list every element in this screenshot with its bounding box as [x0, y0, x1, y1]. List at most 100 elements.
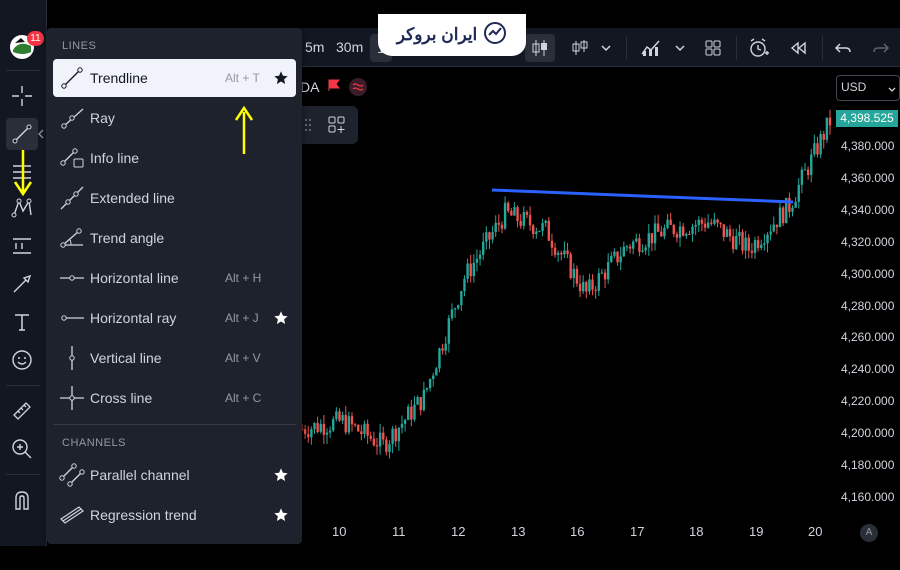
- menu-item-regression-trend[interactable]: Regression trend: [53, 496, 296, 534]
- candle-body: [578, 283, 582, 292]
- date-tick-label: 19: [749, 524, 764, 539]
- menu-item-shortcut: Alt + J: [225, 311, 259, 325]
- candle-body: [394, 428, 397, 442]
- menu-item-horizontal-line[interactable]: Horizontal line Alt + H: [53, 259, 296, 297]
- candle-body: [722, 224, 725, 237]
- text-tool-icon[interactable]: [6, 306, 38, 338]
- candle-body: [616, 251, 619, 263]
- candle-body: [694, 225, 697, 227]
- candle-body: [800, 169, 804, 185]
- forecast-tool-icon[interactable]: [6, 230, 38, 262]
- ray-icon: [59, 105, 85, 131]
- candle-body: [610, 255, 613, 263]
- chevron-left-icon[interactable]: [37, 127, 45, 145]
- candle-body: [328, 430, 332, 433]
- line-tools-menu: LINES Trendline Alt + T Ray Info line Extend…: [47, 28, 302, 544]
- vertical-line-icon: [59, 345, 85, 371]
- candle-body: [635, 238, 638, 242]
- candle-body: [647, 233, 650, 248]
- star-icon[interactable]: [273, 310, 289, 326]
- trendline-drawing[interactable]: [491, 188, 794, 204]
- candle-body: [666, 219, 669, 228]
- auto-scale-button[interactable]: A: [860, 524, 878, 542]
- chevron-down-icon[interactable]: [670, 34, 690, 62]
- ruler-icon[interactable]: [6, 395, 38, 427]
- menu-item-trendline[interactable]: Trendline Alt + T: [53, 59, 296, 97]
- menu-item-parallel-channel[interactable]: Parallel channel: [53, 456, 296, 494]
- candle-body: [528, 214, 532, 226]
- star-icon[interactable]: [273, 467, 289, 483]
- menu-item-label: Info line: [90, 150, 140, 166]
- emoji-tool-icon[interactable]: [6, 344, 38, 376]
- candle-body: [435, 368, 438, 376]
- menu-item-cross-line[interactable]: Cross line Alt + C: [53, 379, 296, 417]
- zoom-in-icon[interactable]: [6, 433, 38, 465]
- price-tick-label: 4,340.000: [841, 202, 895, 217]
- candle-body: [413, 404, 416, 420]
- candle-body: [447, 318, 451, 344]
- candle-body: [697, 219, 700, 226]
- menu-item-shortcut: Alt + C: [225, 391, 262, 405]
- menu-item-vertical-line[interactable]: Vertical line Alt + V: [53, 339, 296, 377]
- bar-type-icon[interactable]: [565, 34, 595, 62]
- candle-body: [778, 207, 782, 228]
- candle-body: [507, 202, 510, 211]
- layout-grid-icon[interactable]: [698, 34, 728, 62]
- symbol-info[interactable]: DA: [300, 76, 368, 98]
- trend-angle-icon: [59, 225, 85, 251]
- candle-body: [410, 406, 413, 420]
- drag-handle-icon[interactable]: [304, 118, 312, 137]
- candle-body: [494, 222, 497, 233]
- date-tick-label: 12: [451, 524, 466, 539]
- timeframe-5m[interactable]: 5m: [305, 39, 324, 55]
- undo-icon[interactable]: [828, 34, 858, 62]
- candle-body: [453, 308, 457, 310]
- price-tick-label: 4,280.000: [841, 298, 895, 313]
- crosshair-icon[interactable]: [6, 80, 38, 112]
- candle-body: [519, 221, 522, 226]
- menu-item-info-line[interactable]: Info line: [53, 139, 296, 177]
- candle-body: [806, 169, 810, 175]
- horizontal-ray-icon: [59, 305, 85, 331]
- candle-body: [781, 207, 785, 224]
- price-axis[interactable]: [835, 66, 900, 516]
- floating-widget[interactable]: [300, 106, 358, 144]
- candle-body: [407, 406, 410, 420]
- magnet-icon[interactable]: [6, 484, 38, 516]
- redo-icon[interactable]: [866, 34, 896, 62]
- candle-body: [510, 210, 513, 216]
- candle-body: [738, 232, 741, 236]
- divider: [53, 424, 296, 425]
- timeframe-30m[interactable]: 30m: [336, 39, 363, 55]
- flag-icon[interactable]: [327, 78, 341, 97]
- brush-tool-icon[interactable]: [6, 268, 38, 300]
- replay-icon[interactable]: [783, 34, 813, 62]
- menu-item-trend-angle[interactable]: Trend angle: [53, 219, 296, 257]
- candle-body: [403, 419, 407, 424]
- add-widget-icon[interactable]: [328, 116, 346, 139]
- menu-item-label: Horizontal ray: [90, 310, 177, 326]
- candle-body: [332, 419, 335, 431]
- price-tick-label: 4,380.000: [841, 139, 895, 153]
- candles-icon[interactable]: [525, 34, 555, 62]
- divider: [626, 36, 627, 60]
- star-icon[interactable]: [273, 507, 289, 523]
- candle-body: [416, 397, 419, 405]
- menu-item-extended-line[interactable]: Extended line: [53, 179, 296, 217]
- alert-icon[interactable]: [744, 34, 774, 62]
- candle-body: [685, 233, 688, 236]
- indicators-icon[interactable]: [636, 34, 666, 62]
- chevron-down-icon[interactable]: [596, 34, 616, 62]
- candle-body: [728, 229, 732, 237]
- brand-logo: ایران بروکر: [378, 14, 526, 56]
- candle-body: [444, 343, 447, 351]
- menu-item-ray[interactable]: Ray: [53, 99, 296, 137]
- price-chart[interactable]: [300, 66, 835, 516]
- candle-body: [391, 428, 394, 444]
- menu-item-horizontal-ray[interactable]: Horizontal ray Alt + J: [53, 299, 296, 337]
- candle-body: [344, 414, 347, 433]
- currency-select[interactable]: USD: [836, 75, 900, 101]
- star-icon[interactable]: [273, 70, 289, 86]
- candle-body: [382, 432, 385, 440]
- notification-badge: 11: [27, 31, 44, 46]
